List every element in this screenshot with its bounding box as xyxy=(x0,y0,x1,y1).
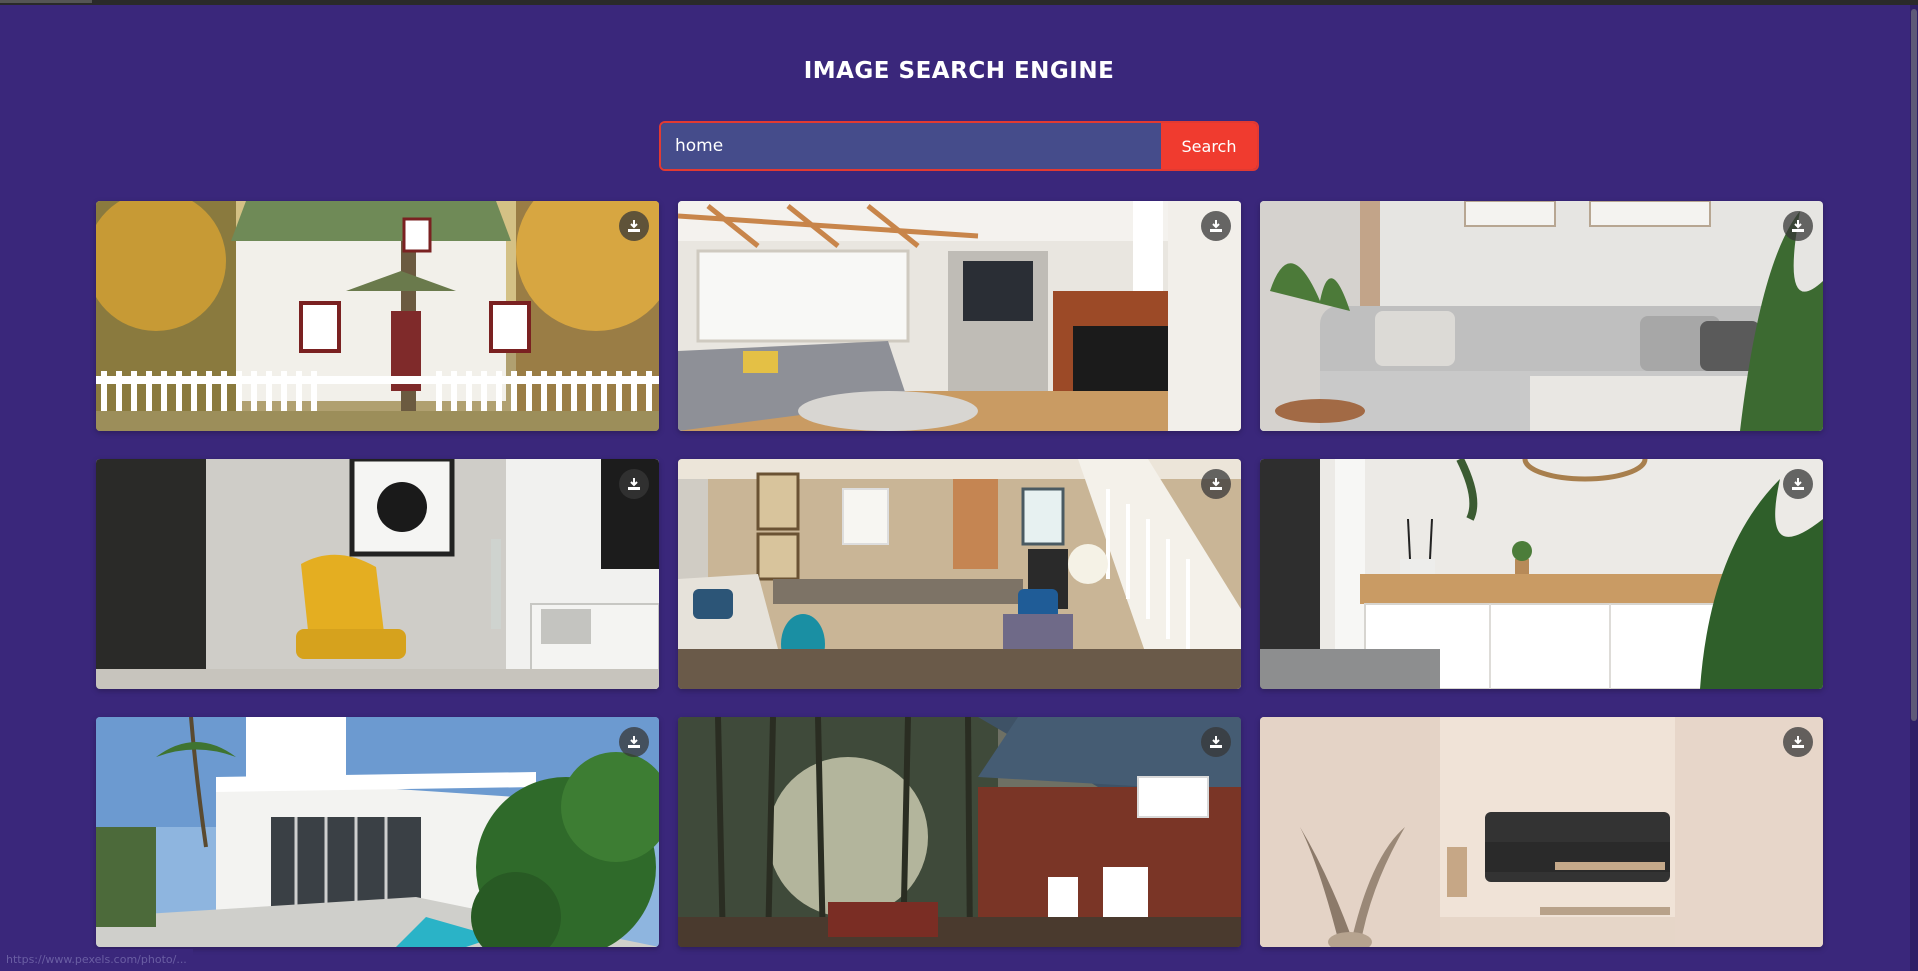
result-image xyxy=(1260,459,1823,689)
result-image xyxy=(96,201,659,431)
browser-top-edge xyxy=(0,0,1918,5)
download-icon[interactable] xyxy=(619,211,649,241)
result-image xyxy=(678,717,1241,947)
search-button[interactable]: Search xyxy=(1161,123,1257,169)
image-card[interactable] xyxy=(1260,201,1823,431)
search-form: Search xyxy=(659,121,1259,171)
result-image xyxy=(678,201,1241,431)
download-icon[interactable] xyxy=(1783,727,1813,757)
status-bar-url: https://www.pexels.com/photo/... xyxy=(0,949,193,971)
result-image xyxy=(1260,201,1823,431)
download-icon[interactable] xyxy=(1201,469,1231,499)
result-image xyxy=(96,717,659,947)
page-title: IMAGE SEARCH ENGINE xyxy=(803,58,1115,84)
download-icon[interactable] xyxy=(1201,211,1231,241)
image-results-grid xyxy=(96,201,1824,947)
image-card[interactable] xyxy=(96,201,659,431)
download-icon[interactable] xyxy=(1201,727,1231,757)
image-card[interactable] xyxy=(678,459,1241,689)
result-image xyxy=(96,459,659,689)
result-image xyxy=(1260,717,1823,947)
download-icon[interactable] xyxy=(619,727,649,757)
page-scrollbar[interactable] xyxy=(1910,5,1918,971)
image-card[interactable] xyxy=(1260,459,1823,689)
image-card[interactable] xyxy=(678,717,1241,947)
result-image xyxy=(678,459,1241,689)
image-card[interactable] xyxy=(96,459,659,689)
image-card[interactable] xyxy=(678,201,1241,431)
download-icon[interactable] xyxy=(619,469,649,499)
image-card[interactable] xyxy=(1260,717,1823,947)
download-icon[interactable] xyxy=(1783,211,1813,241)
search-input[interactable] xyxy=(661,123,1161,169)
image-card[interactable] xyxy=(96,717,659,947)
download-icon[interactable] xyxy=(1783,469,1813,499)
tab-hint xyxy=(0,0,92,3)
scrollbar-thumb[interactable] xyxy=(1911,9,1917,721)
